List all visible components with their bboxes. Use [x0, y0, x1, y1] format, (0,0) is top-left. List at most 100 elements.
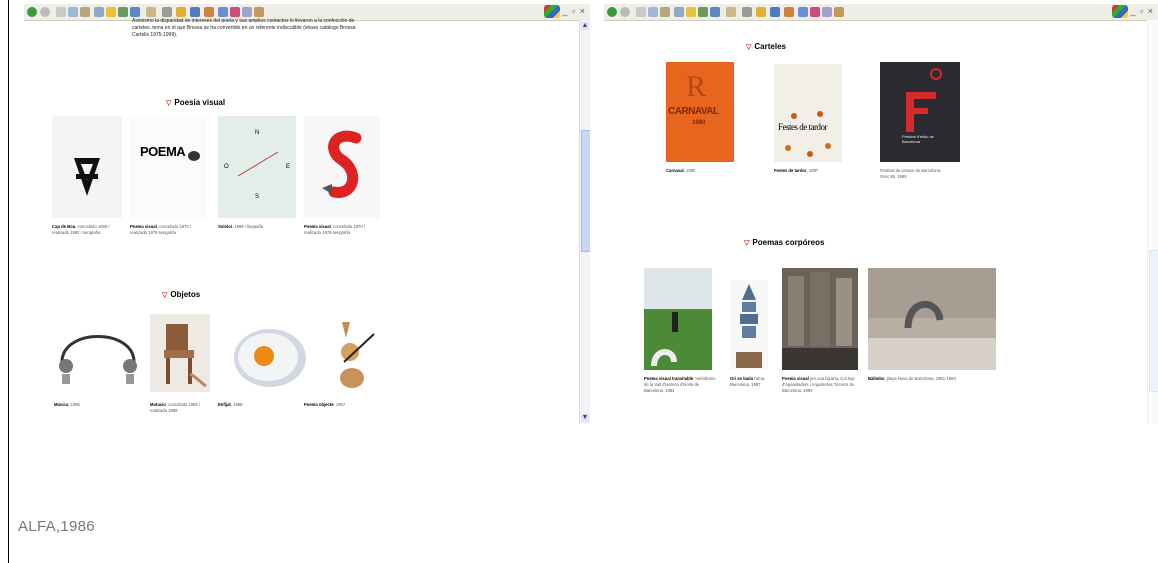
left-browser-screenshot: _ ▫ × ▲ ▼ Asimismo la disparidad de inte…	[24, 4, 590, 424]
poster-title: CARNAVAL	[668, 106, 719, 117]
left-margin-rule	[8, 0, 9, 563]
favorites-icon[interactable]	[106, 7, 116, 17]
scrollbar[interactable]: ▲ ▼	[579, 20, 590, 424]
caption-poster-1: Carnaval, 1980	[666, 168, 696, 173]
object-poema-objecte[interactable]	[324, 318, 380, 394]
scroll-up-icon[interactable]: ▲	[581, 22, 589, 30]
object-musica[interactable]	[52, 322, 144, 394]
triangle-icon: ▽	[162, 292, 168, 299]
note-icon[interactable]	[822, 7, 832, 17]
artwork-cap-de-bou[interactable]	[52, 116, 122, 218]
inverted-a-icon	[74, 158, 100, 196]
right-browser-screenshot: _ ▫ × ▽ Carteles R CARNAVAL 1980 Festes d…	[604, 4, 1158, 424]
intro-paragraph: Asimismo la disparidad de intereses del …	[132, 18, 356, 38]
triangle-icon: ▽	[746, 44, 752, 51]
caption-visual-2: Poema visual, concebido 1970 / realizado…	[130, 224, 192, 235]
headphones-icon	[59, 335, 137, 384]
print-icon[interactable]	[742, 7, 752, 17]
caption-corporeal-4: Bàlimbs, plaça Nova de Barcelona, 1991-1…	[868, 376, 956, 381]
svg-text:N: N	[255, 130, 259, 136]
print-icon[interactable]	[162, 7, 172, 17]
caption-visual-1: Cap de Bou, concebido 1969 / realizado 1…	[52, 224, 110, 235]
tool-icon[interactable]	[784, 7, 794, 17]
plaza-sculpture-icon	[868, 268, 996, 370]
window-controls[interactable]: _ ▫ ×	[563, 6, 586, 16]
back-icon[interactable]	[27, 7, 37, 17]
caption-visual-4: Poema visual, concebido 1970 / realizado…	[304, 224, 366, 235]
svg-text:S: S	[255, 194, 259, 200]
paint-icon[interactable]	[230, 7, 240, 17]
scroll-thumb[interactable]	[581, 130, 590, 252]
tool-icon[interactable]	[204, 7, 214, 17]
mail-icon[interactable]	[726, 7, 736, 17]
chair-icon	[164, 324, 207, 388]
home-icon[interactable]	[80, 7, 90, 17]
user-icon[interactable]	[254, 7, 264, 17]
section-heading-poesia-visual: ▽ Poesia visual	[166, 98, 225, 107]
calendar-icon[interactable]	[218, 7, 228, 17]
artwork-sololoi[interactable]: N S O E	[218, 116, 296, 218]
poster-carnaval[interactable]: R CARNAVAL 1980	[666, 62, 734, 162]
user-icon[interactable]	[834, 7, 844, 17]
section-title: Poemas corpóreos	[752, 238, 825, 247]
sculpture-poema-transitable[interactable]	[644, 268, 712, 370]
edit-icon[interactable]	[176, 7, 186, 17]
figure-caption: ALFA,1986	[18, 518, 95, 535]
note-icon[interactable]	[242, 7, 252, 17]
stop-icon[interactable]	[56, 7, 66, 17]
back-icon[interactable]	[607, 7, 617, 17]
windows-logo-icon	[1112, 5, 1128, 18]
object-enfijat[interactable]	[228, 326, 310, 390]
caption-object-3: Enfijat, 1968	[218, 402, 243, 407]
calendar-icon[interactable]	[798, 7, 808, 17]
caption-visual-3: Sololoi, 1969 / litografía	[218, 224, 264, 229]
poster-title: Festival d'estiu de Barcelona	[902, 134, 934, 144]
poster-grec-85[interactable]: Festival d'estiu de Barcelona	[880, 62, 960, 162]
history-icon[interactable]	[710, 7, 720, 17]
sculpture-icon	[651, 312, 678, 367]
messenger-icon[interactable]	[770, 7, 780, 17]
sculpture-balimbs[interactable]	[868, 268, 996, 370]
scroll-down-icon[interactable]: ▼	[581, 414, 589, 422]
home-icon[interactable]	[660, 7, 670, 17]
poster-festes-de-tardor[interactable]: Festes de tardor	[774, 64, 842, 162]
favorites-icon[interactable]	[686, 7, 696, 17]
svg-text:O: O	[224, 164, 229, 170]
window-controls[interactable]: _ ▫ ×	[1131, 6, 1154, 16]
stop-icon[interactable]	[636, 7, 646, 17]
section-title: Poesia visual	[174, 98, 226, 107]
forward-icon[interactable]	[40, 7, 50, 17]
fried-egg-icon	[234, 329, 306, 387]
artwork-poema-visual-s[interactable]	[304, 116, 380, 218]
sculpture-facana[interactable]	[782, 268, 858, 370]
messenger-icon[interactable]	[190, 7, 200, 17]
browser-toolbar: _ ▫ ×	[604, 4, 1158, 21]
caption-object-2: Mutacio, concebido 1964 / realizado 1989	[150, 402, 201, 413]
leaves-icon	[785, 111, 831, 157]
search-icon[interactable]	[674, 7, 684, 17]
scroll-thumb[interactable]	[1149, 250, 1158, 392]
compass-letters-icon: N S O E	[224, 130, 290, 200]
wooden-figure-icon	[340, 322, 375, 388]
artwork-poema[interactable]: POEMA	[130, 116, 206, 218]
refresh-icon[interactable]	[68, 7, 78, 17]
search-icon[interactable]	[94, 7, 104, 17]
scrollbar[interactable]	[1147, 20, 1158, 424]
triangle-icon: ▽	[744, 240, 750, 247]
history-icon[interactable]	[130, 7, 140, 17]
edit-icon[interactable]	[756, 7, 766, 17]
media-icon[interactable]	[698, 7, 708, 17]
paint-icon[interactable]	[810, 7, 820, 17]
mail-icon[interactable]	[146, 7, 156, 17]
sculpture-ori-so-bada[interactable]	[730, 280, 768, 370]
letter-tower-icon	[736, 284, 762, 368]
forward-icon[interactable]	[620, 7, 630, 17]
media-icon[interactable]	[118, 7, 128, 17]
object-mutacio[interactable]	[150, 314, 210, 392]
svg-text:R: R	[686, 70, 706, 103]
caption-poster-2: Festes de tardor, 1987	[774, 168, 819, 173]
section-heading-carteles: ▽ Carteles	[746, 42, 786, 51]
red-s-icon	[322, 130, 362, 198]
refresh-icon[interactable]	[648, 7, 658, 17]
red-f-icon	[906, 68, 942, 132]
